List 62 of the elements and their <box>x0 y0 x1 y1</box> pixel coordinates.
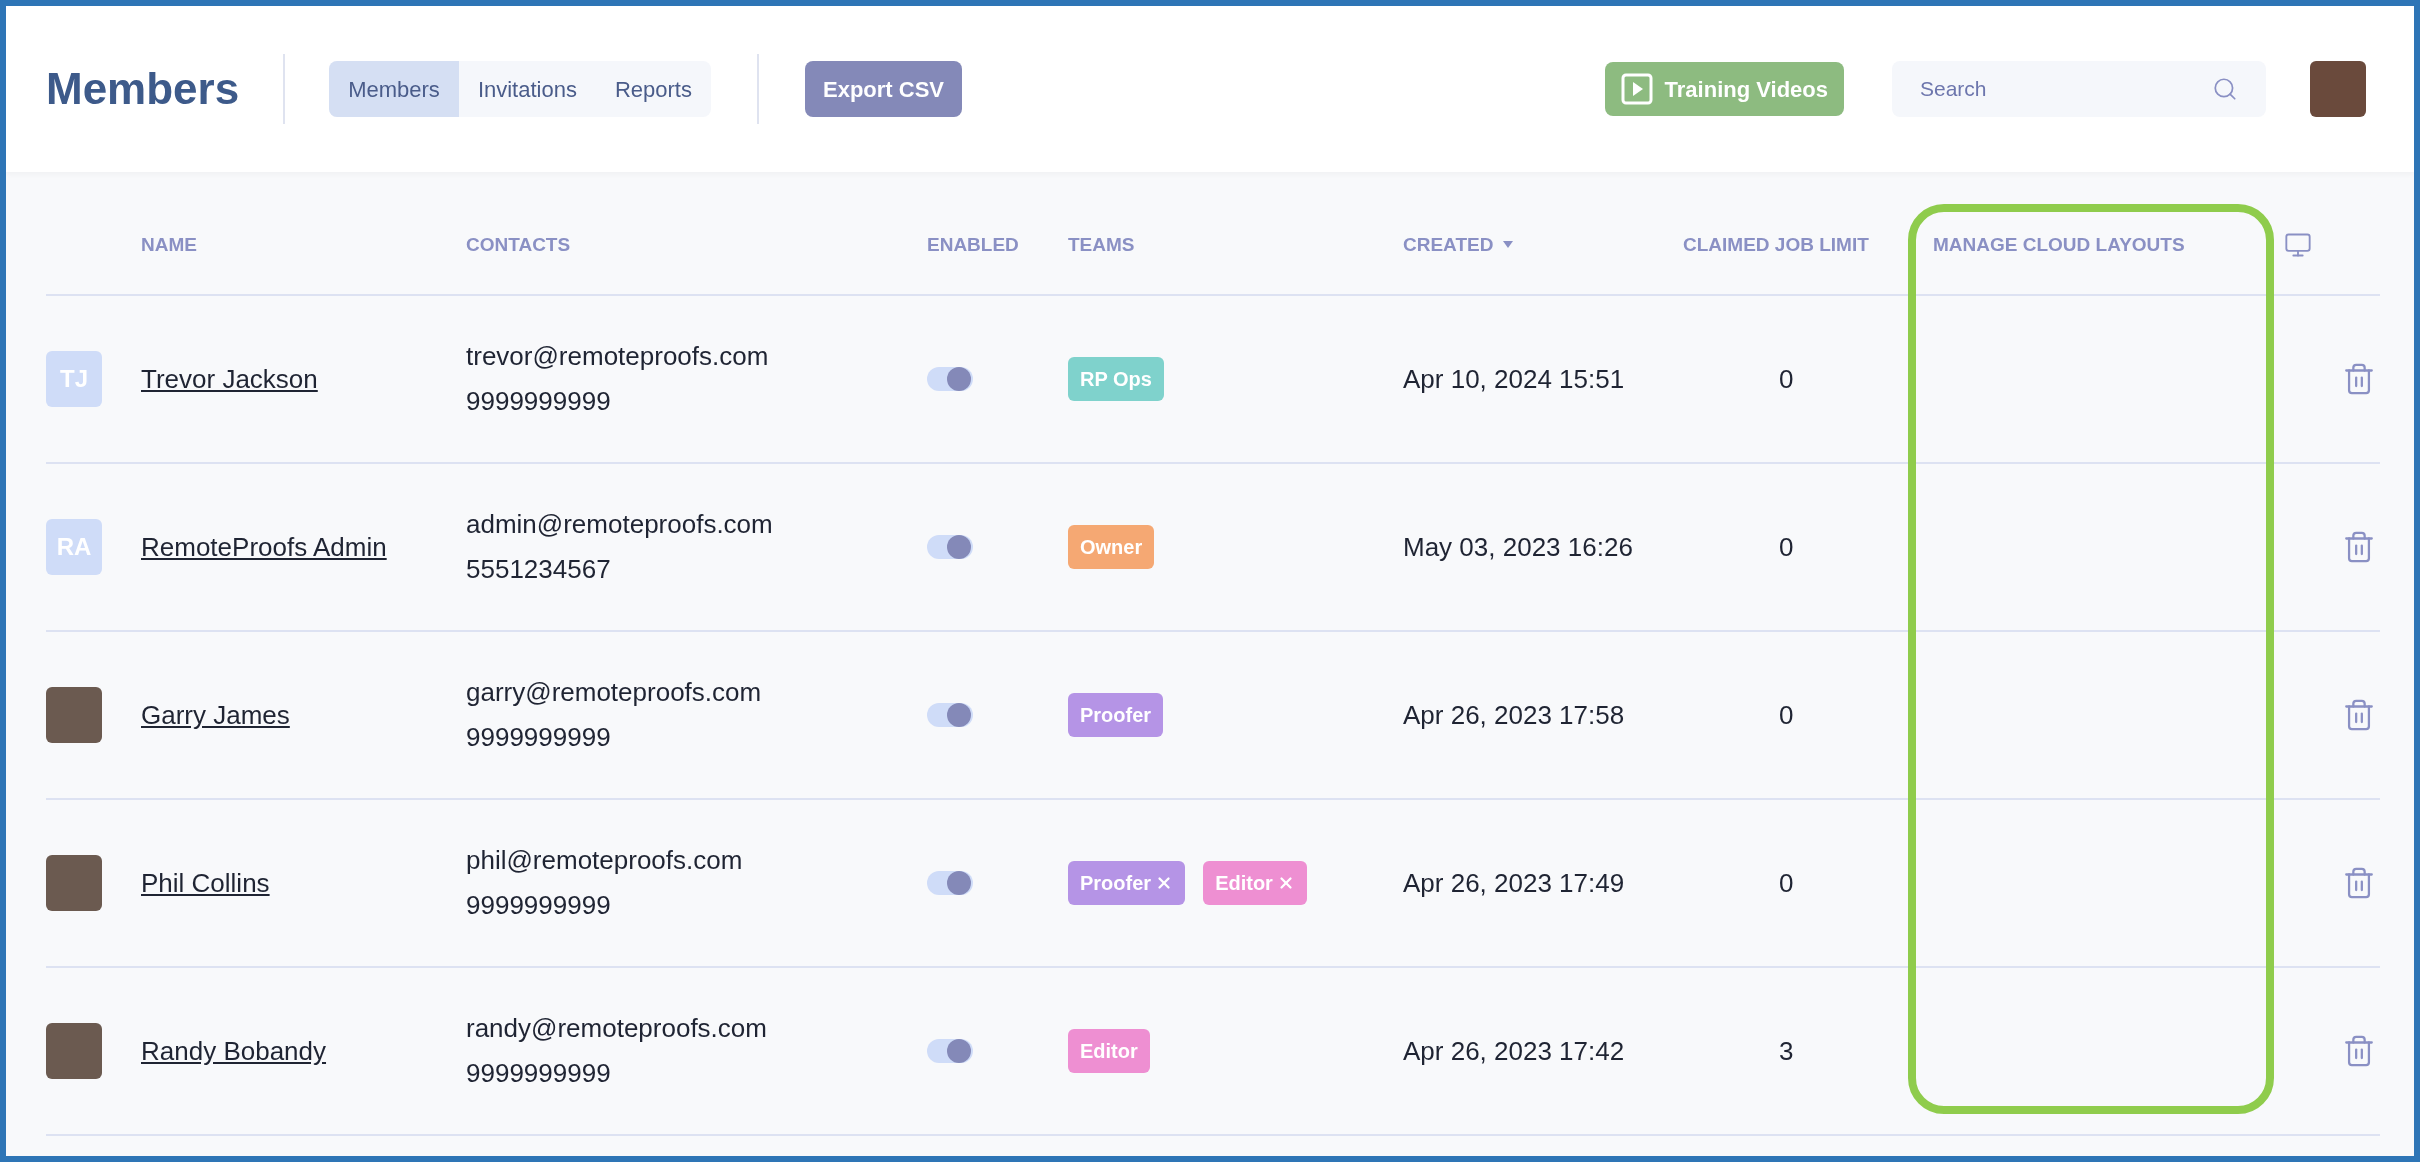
column-header[interactable]: CREATED <box>1403 230 1514 260</box>
training-videos-button[interactable]: Training Videos <box>1604 62 1844 116</box>
team-tag: Proofer <box>1068 693 1164 737</box>
member-name-link[interactable]: RemoteProofs Admin <box>141 531 387 562</box>
monitor-icon[interactable] <box>2284 231 2312 259</box>
member-name-link[interactable]: Garry James <box>141 699 290 730</box>
team-tag: Owner <box>1068 525 1155 569</box>
column-header[interactable]: MANAGE CLOUD LAYOUTS <box>1933 230 2185 260</box>
delete-icon[interactable] <box>2342 362 2376 396</box>
column-header[interactable]: TEAMS <box>1068 230 1135 260</box>
job-limit-value: 0 <box>1779 363 1794 394</box>
enabled-toggle[interactable] <box>927 1039 973 1063</box>
team-tag[interactable]: Proofer <box>1068 861 1186 905</box>
member-name-link[interactable]: Randy Bobandy <box>141 1035 327 1066</box>
phone-text: 9999999999 <box>466 721 612 754</box>
photo-placeholder <box>46 1023 102 1079</box>
page-title: Members <box>46 63 240 115</box>
export-csv-button[interactable]: Export CSV <box>805 61 962 117</box>
created-date: Apr 26, 2023 17:49 <box>1403 867 1625 898</box>
created-date: May 03, 2023 16:26 <box>1403 531 1633 562</box>
column-header[interactable]: CLAIMED JOB LIMIT <box>1683 230 1869 260</box>
email-text: trevor@remoteproofs.com <box>466 340 770 373</box>
delete-icon[interactable] <box>2342 698 2376 732</box>
delete-icon[interactable] <box>2342 1034 2376 1068</box>
search-field[interactable]: Search <box>1892 61 2266 117</box>
column-header[interactable]: CONTACTS <box>466 230 571 260</box>
sort-caret-icon <box>1503 241 1514 249</box>
search-icon <box>2212 76 2238 102</box>
created-date: Apr 26, 2023 17:58 <box>1403 699 1625 730</box>
phone-text: 5551234567 <box>466 553 612 586</box>
photo-placeholder <box>46 687 102 743</box>
job-limit-value: 0 <box>1779 531 1794 562</box>
email-text: randy@remoteproofs.com <box>466 1012 768 1045</box>
member-name-link[interactable]: Phil Collins <box>141 867 270 898</box>
play-icon <box>1620 73 1653 105</box>
tab[interactable]: Members <box>329 61 459 117</box>
tab[interactable]: Invitations <box>458 61 596 117</box>
tab[interactable]: Reports <box>595 61 711 117</box>
job-limit-value: 3 <box>1779 1035 1794 1066</box>
team-tag: RP Ops <box>1068 357 1164 401</box>
enabled-toggle[interactable] <box>927 367 973 391</box>
team-tag: Editor <box>1068 1029 1150 1073</box>
enabled-toggle[interactable] <box>927 535 973 559</box>
column-header[interactable]: ENABLED <box>927 230 1019 260</box>
enabled-toggle[interactable] <box>927 871 973 895</box>
email-text: admin@remoteproofs.com <box>466 508 774 541</box>
created-date: Apr 10, 2024 15:51 <box>1403 363 1625 394</box>
phone-text: 9999999999 <box>466 1057 612 1090</box>
member-name-link[interactable]: Trevor Jackson <box>141 363 318 394</box>
job-limit-value: 0 <box>1779 699 1794 730</box>
photo-placeholder <box>46 855 102 911</box>
phone-text: 9999999999 <box>466 385 612 418</box>
created-date: Apr 26, 2023 17:42 <box>1403 1035 1625 1066</box>
job-limit-value: 0 <box>1779 867 1794 898</box>
delete-icon[interactable] <box>2342 530 2376 564</box>
team-tag[interactable]: Editor <box>1203 861 1307 905</box>
delete-icon[interactable] <box>2342 866 2376 900</box>
email-text: phil@remoteproofs.com <box>466 844 744 877</box>
phone-text: 9999999999 <box>466 889 612 922</box>
email-text: garry@remoteproofs.com <box>466 676 763 709</box>
enabled-toggle[interactable] <box>927 703 973 727</box>
column-header[interactable]: NAME <box>141 230 197 260</box>
